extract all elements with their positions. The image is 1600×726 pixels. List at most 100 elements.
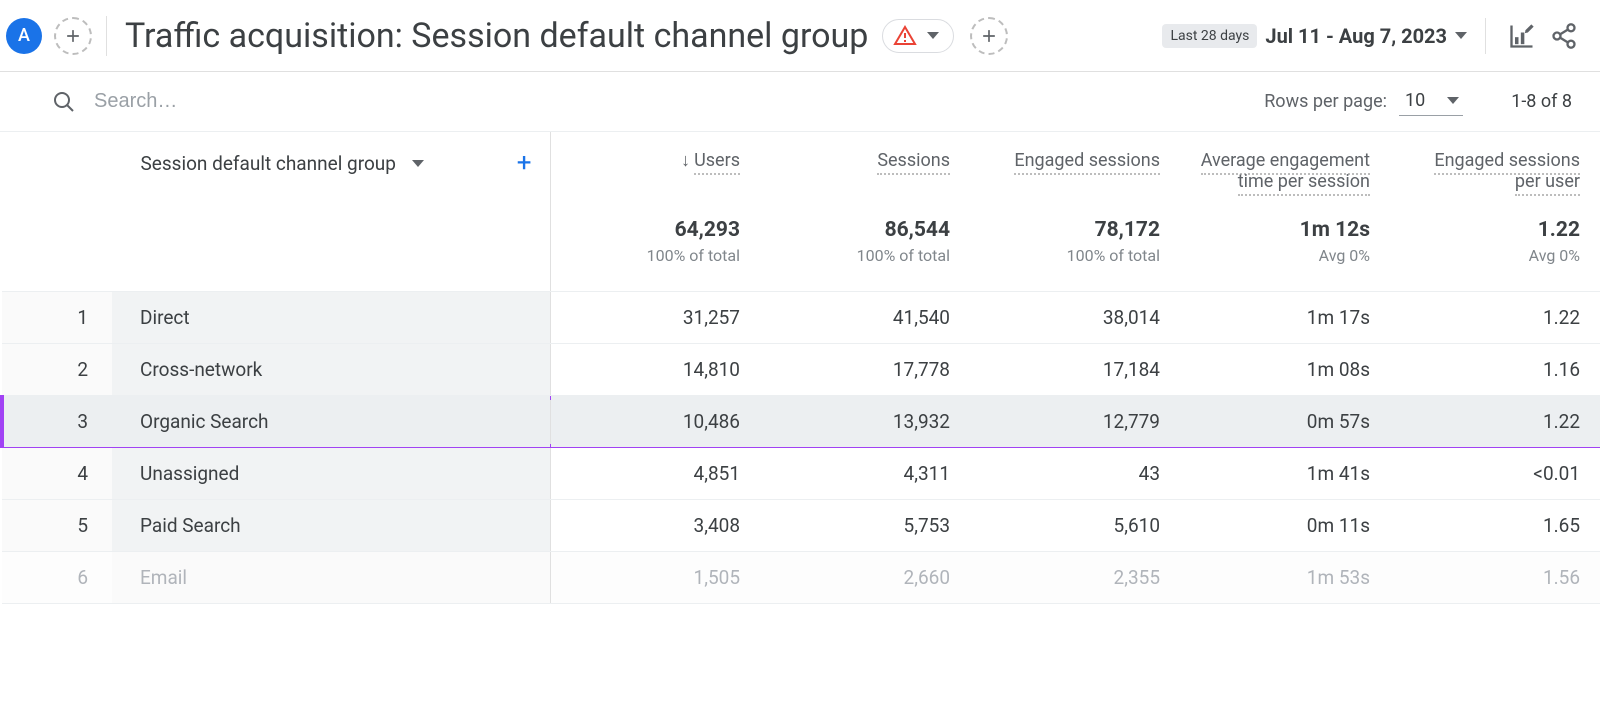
search-icon <box>52 90 76 114</box>
table-header-row: Session default channel group + ↓Users S… <box>2 132 1600 210</box>
metric-cell: 12,779 <box>970 396 1180 448</box>
totals-row: 64,293 100% of total 86,544 100% of tota… <box>2 210 1600 292</box>
metric-cell: 1m 08s <box>1180 344 1390 396</box>
dimension-cell[interactable]: Direct <box>112 292 550 344</box>
dimension-cell[interactable]: Cross-network <box>112 344 550 396</box>
metric-cell: 4,851 <box>550 448 760 500</box>
metric-label: Average engagement time per session <box>1201 150 1370 196</box>
metric-cell: 17,184 <box>970 344 1180 396</box>
date-range-text: Jul 11 - Aug 7, 2023 <box>1265 24 1447 48</box>
metric-cell: <0.01 <box>1390 448 1600 500</box>
rows-per-page-label: Rows per page: <box>1264 91 1387 112</box>
total-cell: 64,293 100% of total <box>550 210 760 292</box>
table-row[interactable]: 6Email1,5052,6602,3551m 53s1.56 <box>2 552 1600 604</box>
metric-cell: 31,257 <box>550 292 760 344</box>
total-cell: 86,544 100% of total <box>760 210 970 292</box>
sort-desc-icon: ↓ <box>681 150 690 171</box>
table-row[interactable]: 2Cross-network14,81017,77817,1841m 08s1.… <box>2 344 1600 396</box>
avatar-letter: A <box>18 25 30 46</box>
table-row[interactable]: 4Unassigned4,8514,311431m 41s<0.01 <box>2 448 1600 500</box>
metric-cell: 1m 41s <box>1180 448 1390 500</box>
chevron-down-icon <box>1447 97 1459 104</box>
total-cell: 78,172 100% of total <box>970 210 1180 292</box>
date-range-picker[interactable]: Last 28 days Jul 11 - Aug 7, 2023 <box>1162 24 1467 48</box>
metric-cell: 2,660 <box>760 552 970 604</box>
plus-icon <box>63 26 83 46</box>
metric-cell: 1.16 <box>1390 344 1600 396</box>
metric-label: Engaged sessions per user <box>1434 150 1580 196</box>
dimension-cell[interactable]: Email <box>112 552 550 604</box>
data-table: Session default channel group + ↓Users S… <box>0 132 1600 604</box>
metric-cell: 43 <box>970 448 1180 500</box>
metric-cell: 1.56 <box>1390 552 1600 604</box>
metric-label: Engaged sessions <box>1014 150 1160 175</box>
column-header-engaged-sessions-per-user[interactable]: Engaged sessions per user <box>1390 132 1600 210</box>
share-icon <box>1550 22 1578 50</box>
metric-cell: 14,810 <box>550 344 760 396</box>
warning-icon <box>893 24 917 48</box>
row-number: 1 <box>2 292 112 344</box>
metric-cell: 1m 53s <box>1180 552 1390 604</box>
metric-cell: 2,355 <box>970 552 1180 604</box>
chevron-down-icon <box>1455 32 1467 39</box>
plus-icon <box>979 26 999 46</box>
column-header-engaged-sessions[interactable]: Engaged sessions <box>970 132 1180 210</box>
total-cell: 1.22 Avg 0% <box>1390 210 1600 292</box>
row-number: 3 <box>2 396 112 448</box>
row-number-header <box>2 132 112 210</box>
header-divider <box>106 16 107 56</box>
metric-label: Users <box>694 150 740 175</box>
date-badge: Last 28 days <box>1162 24 1257 48</box>
metric-cell: 0m 11s <box>1180 500 1390 552</box>
metric-cell: 1.22 <box>1390 396 1600 448</box>
metric-cell: 3,408 <box>550 500 760 552</box>
metric-cell: 5,753 <box>760 500 970 552</box>
metric-cell: 0m 57s <box>1180 396 1390 448</box>
row-number: 2 <box>2 344 112 396</box>
metric-cell: 10,486 <box>550 396 760 448</box>
metric-cell: 1,505 <box>550 552 760 604</box>
row-number: 6 <box>2 552 112 604</box>
rows-per-page-value: 10 <box>1405 90 1425 111</box>
dimension-label: Session default channel group <box>141 152 396 175</box>
header-divider <box>1485 18 1486 54</box>
data-quality-chip[interactable] <box>882 19 954 53</box>
metric-cell: 41,540 <box>760 292 970 344</box>
customize-report-button[interactable] <box>1504 18 1540 54</box>
table-toolbar: Rows per page: 10 1-8 of 8 <box>0 72 1600 132</box>
row-number: 5 <box>2 500 112 552</box>
total-cell: 1m 12s Avg 0% <box>1180 210 1390 292</box>
report-header: A Traffic acquisition: Session default c… <box>0 0 1600 72</box>
dimension-cell[interactable]: Unassigned <box>112 448 550 500</box>
metric-cell: 13,932 <box>760 396 970 448</box>
dimension-header[interactable]: Session default channel group + <box>112 132 550 210</box>
rows-per-page-select[interactable]: 10 <box>1399 88 1463 116</box>
search-input[interactable] <box>92 89 492 114</box>
metric-cell: 5,610 <box>970 500 1180 552</box>
avatar[interactable]: A <box>6 18 42 54</box>
chevron-down-icon <box>927 32 939 39</box>
metric-cell: 1.65 <box>1390 500 1600 552</box>
column-header-sessions[interactable]: Sessions <box>760 132 970 210</box>
add-segment-button[interactable] <box>54 17 92 55</box>
table-row[interactable]: 1Direct31,25741,54038,0141m 17s1.22 <box>2 292 1600 344</box>
row-number: 4 <box>2 448 112 500</box>
dimension-cell[interactable]: Paid Search <box>112 500 550 552</box>
column-header-users[interactable]: ↓Users <box>550 132 760 210</box>
chevron-down-icon <box>412 160 424 167</box>
column-header-avg-engagement-time[interactable]: Average engagement time per session <box>1180 132 1390 210</box>
add-comparison-button[interactable] <box>970 17 1008 55</box>
metric-cell: 17,778 <box>760 344 970 396</box>
metric-cell: 4,311 <box>760 448 970 500</box>
page-title: Traffic acquisition: Session default cha… <box>125 16 868 56</box>
pagination-info: 1-8 of 8 <box>1511 91 1572 112</box>
chart-edit-icon <box>1508 22 1536 50</box>
metric-cell: 1.22 <box>1390 292 1600 344</box>
metric-cell: 38,014 <box>970 292 1180 344</box>
add-dimension-button[interactable]: + <box>517 150 532 176</box>
share-button[interactable] <box>1546 18 1582 54</box>
dimension-cell[interactable]: Organic Search <box>112 396 550 448</box>
table-row[interactable]: 5Paid Search3,4085,7535,6100m 11s1.65 <box>2 500 1600 552</box>
metric-label: Sessions <box>877 150 950 175</box>
table-row[interactable]: 3Organic Search10,48613,93212,7790m 57s1… <box>2 396 1600 448</box>
